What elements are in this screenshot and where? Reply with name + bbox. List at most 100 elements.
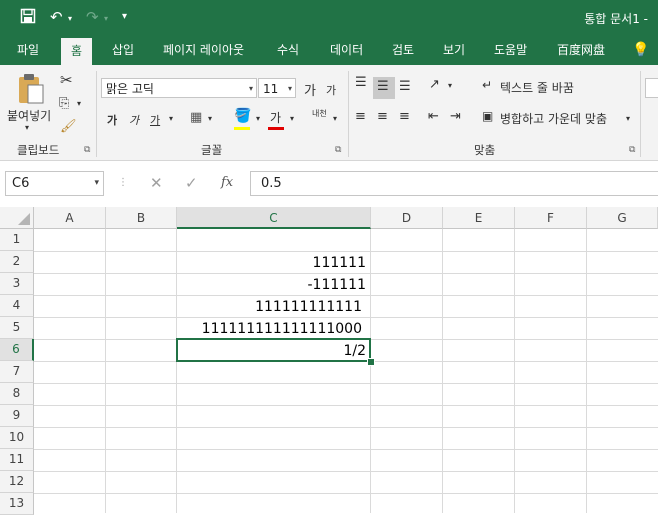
title-bar: ↶ ▾ ↷ ▾ ▾ 통합 문서1 - (0, 0, 658, 36)
formula-bar-grip-icon: ⋮ (118, 177, 128, 188)
name-box-dropdown-icon[interactable]: ▾ (94, 172, 99, 195)
row-header-3[interactable]: 3 (0, 273, 34, 295)
tab-baidu-netdisk[interactable]: 百度网盘 (557, 36, 605, 65)
row-header-13[interactable]: 13 (0, 493, 34, 515)
merge-dropdown-icon[interactable]: ▾ (626, 114, 630, 123)
cut-icon[interactable]: ✂ (60, 71, 73, 89)
grow-font-button[interactable]: 가 (304, 80, 316, 99)
tab-home[interactable]: 홈 (61, 38, 93, 65)
fill-color-icon[interactable]: 🪣 (234, 108, 251, 124)
row-header-6[interactable]: 6 (0, 339, 34, 361)
font-name-combo[interactable]: 맑은 고딕 ▾ (101, 78, 257, 98)
align-center-icon[interactable]: ≡ (377, 109, 388, 124)
row-header-9[interactable]: 9 (0, 405, 34, 427)
column-header-e[interactable]: E (443, 207, 515, 229)
increase-indent-icon[interactable]: ⇥ (450, 109, 461, 124)
redo-icon[interactable]: ↷ (86, 8, 99, 26)
cell-c3[interactable]: -111111 (177, 274, 370, 296)
column-header-f[interactable]: F (515, 207, 587, 229)
bottom-align-icon[interactable]: ☰ (399, 79, 411, 94)
shrink-font-button[interactable]: 가 (326, 82, 336, 98)
fill-handle[interactable] (367, 358, 375, 366)
undo-icon[interactable]: ↶ (50, 8, 63, 26)
row-header-11[interactable]: 11 (0, 449, 34, 471)
font-size-dropdown-icon[interactable]: ▾ (288, 79, 292, 99)
enter-icon[interactable]: ✓ (185, 174, 198, 192)
orientation-icon[interactable]: ↗ (429, 77, 440, 92)
row-header-12[interactable]: 12 (0, 471, 34, 493)
top-align-icon[interactable]: ☰ (355, 75, 367, 90)
tab-page-layout[interactable]: 페이지 레이아웃 (163, 36, 244, 65)
orientation-dropdown-icon[interactable]: ▾ (448, 81, 452, 90)
lightbulb-icon[interactable]: 💡 (632, 36, 649, 65)
alignment-launcher-icon[interactable]: ⧉ (629, 145, 635, 155)
underline-button[interactable]: 가 (150, 112, 160, 128)
font-launcher-icon[interactable]: ⧉ (335, 145, 341, 155)
copy-icon[interactable]: ⎘ (59, 96, 69, 111)
underline-dropdown-icon[interactable]: ▾ (169, 114, 173, 123)
font-name-value: 맑은 고딕 (106, 82, 154, 96)
tab-insert[interactable]: 삽입 (112, 36, 134, 65)
tab-help[interactable]: 도움말 (494, 36, 527, 65)
tab-review[interactable]: 검토 (392, 36, 414, 65)
formula-input[interactable]: 0.5 (250, 171, 658, 196)
font-group-label: 글꼴 (201, 143, 223, 157)
middle-align-icon[interactable]: ☰ (373, 77, 395, 99)
insert-function-icon[interactable]: fx (221, 175, 233, 190)
decrease-indent-icon[interactable]: ⇤ (428, 109, 439, 124)
row-header-5[interactable]: 5 (0, 317, 34, 339)
font-name-dropdown-icon[interactable]: ▾ (249, 79, 253, 99)
align-left-icon[interactable]: ≡ (355, 109, 366, 124)
phonetic-button[interactable]: 내천 (312, 108, 327, 119)
cell-c4[interactable]: 111111111111 (177, 296, 370, 318)
column-header-a[interactable]: A (34, 207, 106, 229)
copy-dropdown-icon[interactable]: ▾ (77, 99, 81, 108)
bold-button[interactable]: 가 (107, 112, 117, 128)
row-header-4[interactable]: 4 (0, 295, 34, 317)
ribbon: 붙여넣기 ▾ ✂ ⎘ ▾ 🖌 클립보드 ⧉ 맑은 고딕 ▾ 11 ▾ 가 가 가… (0, 65, 658, 161)
column-header-g[interactable]: G (587, 207, 658, 229)
paste-button[interactable]: 붙여넣기 (7, 107, 51, 124)
merge-center-button[interactable]: 병합하고 가운데 맞춤 (500, 110, 607, 127)
wrap-text-button[interactable]: 텍스트 줄 바꿈 (500, 79, 574, 96)
cancel-icon[interactable]: ✕ (150, 174, 163, 192)
column-header-d[interactable]: D (371, 207, 443, 229)
customize-qat-icon[interactable]: ▾ (122, 11, 127, 22)
merge-center-icon[interactable]: ▣ (482, 109, 493, 123)
cell-c5[interactable]: 111111111111111000 (177, 318, 370, 340)
row-header-1[interactable]: 1 (0, 229, 34, 251)
border-icon[interactable]: ▦ (190, 110, 202, 125)
row-header-7[interactable]: 7 (0, 361, 34, 383)
cell-c2[interactable]: 111111 (177, 252, 370, 274)
format-painter-icon[interactable]: 🖌 (60, 119, 77, 134)
italic-button[interactable]: 가 (129, 112, 139, 128)
row-header-2[interactable]: 2 (0, 251, 34, 273)
column-header-c[interactable]: C (177, 207, 371, 229)
undo-dropdown-icon[interactable]: ▾ (68, 14, 72, 23)
column-header-b[interactable]: B (106, 207, 177, 229)
font-color-dropdown-icon[interactable]: ▾ (290, 114, 294, 123)
align-right-icon[interactable]: ≡ (399, 109, 410, 124)
border-dropdown-icon[interactable]: ▾ (208, 114, 212, 123)
save-icon[interactable] (20, 8, 36, 28)
name-box[interactable]: C6 ▾ (5, 171, 104, 196)
paste-icon[interactable] (16, 73, 46, 108)
row-header-10[interactable]: 10 (0, 427, 34, 449)
fill-color-dropdown-icon[interactable]: ▾ (256, 114, 260, 123)
row-header-8[interactable]: 8 (0, 383, 34, 405)
number-format-combo[interactable] (645, 78, 658, 98)
font-color-button[interactable]: 가 (270, 109, 281, 126)
fill-color-swatch (234, 127, 250, 130)
alignment-group-label: 맞춤 (474, 143, 496, 157)
tab-file[interactable]: 파일 (17, 36, 39, 65)
clipboard-launcher-icon[interactable]: ⧉ (84, 145, 90, 155)
redo-dropdown-icon[interactable]: ▾ (104, 14, 108, 23)
tab-view[interactable]: 보기 (443, 36, 465, 65)
tab-data[interactable]: 데이터 (330, 36, 363, 65)
wrap-text-icon[interactable]: ↵ (482, 78, 492, 92)
select-all-corner[interactable] (0, 207, 34, 229)
paste-dropdown-icon[interactable]: ▾ (25, 123, 29, 132)
font-size-combo[interactable]: 11 ▾ (258, 78, 296, 98)
tab-formulas[interactable]: 수식 (277, 36, 299, 65)
phonetic-dropdown-icon[interactable]: ▾ (333, 114, 337, 123)
